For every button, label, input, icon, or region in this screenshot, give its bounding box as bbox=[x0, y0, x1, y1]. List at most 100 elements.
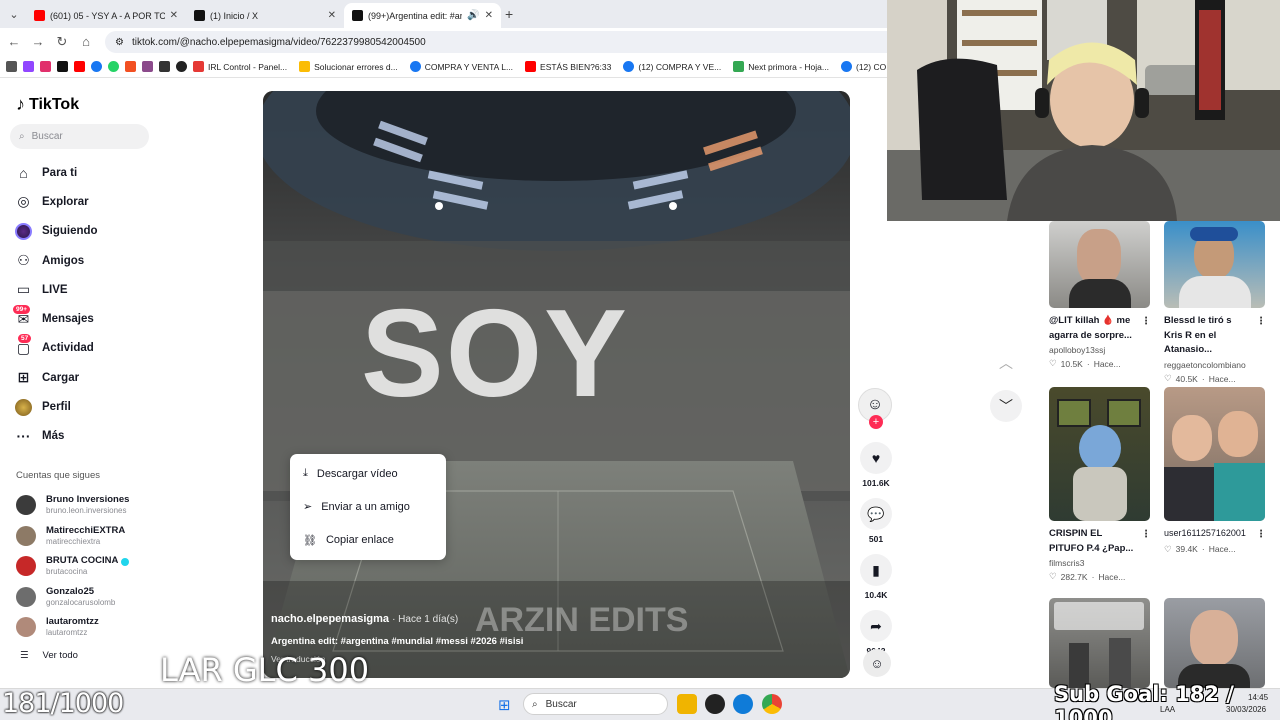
sidebar-item-cargar[interactable]: ⊞ Cargar bbox=[15, 363, 155, 392]
webcam-overlay bbox=[887, 0, 1280, 221]
tab-youtube[interactable]: (601) 05 - YSY A - A POR TODO ✕ bbox=[26, 3, 186, 28]
sidebar-item-explorar[interactable]: ◎ Explorar bbox=[15, 187, 155, 216]
video-thumbnail[interactable] bbox=[1164, 387, 1265, 521]
video-thumbnail[interactable] bbox=[1164, 598, 1265, 688]
search-input[interactable]: ⌕ Buscar bbox=[10, 124, 149, 149]
account-handle: gonzalocarusolomb bbox=[46, 597, 116, 607]
music-disc-icon[interactable]: ☺ bbox=[863, 649, 891, 677]
like-action[interactable]: ♥ 101.6K bbox=[858, 442, 894, 488]
more-options-icon[interactable]: ⋮ bbox=[1141, 527, 1151, 543]
video-thumbnail[interactable] bbox=[1164, 221, 1265, 308]
tab-tiktok[interactable]: (99+)Argentina edit: #argen 🔊 ✕ bbox=[344, 3, 501, 28]
bookmark-item[interactable]: Solucionar errores d... bbox=[299, 61, 398, 72]
tab-search-chevron-icon[interactable]: ⌄ bbox=[4, 4, 24, 24]
video-user[interactable]: apolloboy13ssj bbox=[1049, 345, 1151, 355]
tab-x[interactable]: (1) Inicio / X ✕ bbox=[186, 3, 344, 28]
sidebar-item-siguiendo[interactable]: Siguiendo bbox=[15, 217, 155, 246]
close-icon[interactable]: ✕ bbox=[170, 10, 178, 21]
language-indicator[interactable]: LAA bbox=[1160, 705, 1175, 714]
video-thumbnail[interactable] bbox=[1049, 387, 1150, 521]
following-account[interactable]: Bruno Inversiones bruno.leon.inversiones bbox=[16, 490, 156, 521]
forward-arrow-icon[interactable]: → bbox=[30, 34, 46, 49]
back-arrow-icon[interactable]: ← bbox=[6, 34, 22, 49]
bookmark-item[interactable]: (12) CO bbox=[840, 61, 886, 72]
twitch-icon[interactable] bbox=[23, 61, 34, 72]
taskbar-search-input[interactable]: ⌕ Buscar bbox=[523, 693, 668, 715]
comment-action[interactable]: 💬 501 bbox=[858, 498, 894, 544]
sidebar-item-actividad[interactable]: ▢ 57 Actividad bbox=[15, 333, 155, 363]
video-user[interactable]: filmscris3 bbox=[1049, 558, 1151, 568]
more-options-icon[interactable]: ⋮ bbox=[1256, 314, 1266, 330]
apps-grid-icon[interactable] bbox=[6, 61, 17, 72]
github-icon[interactable] bbox=[176, 61, 187, 72]
sidebar-item-live[interactable]: ▭ LIVE bbox=[15, 275, 155, 304]
new-tab-plus-icon[interactable]: + bbox=[505, 6, 513, 22]
more-options-icon[interactable]: ⋮ bbox=[1256, 527, 1266, 543]
see-all-link[interactable]: ☰ Ver todo bbox=[20, 650, 78, 661]
save-action[interactable]: ▮ 10.4K bbox=[858, 554, 894, 600]
edge-icon[interactable] bbox=[733, 694, 753, 714]
sidebar-item-amigos[interactable]: ⚇ Amigos bbox=[15, 246, 155, 275]
clock-time[interactable]: 14:45 bbox=[1248, 693, 1268, 702]
whatsapp-icon[interactable] bbox=[108, 61, 119, 72]
home-icon[interactable]: ⌂ bbox=[78, 34, 94, 49]
video-player[interactable]: SOY ARZIN EDITS nacho.elpepemasigma · Ha… bbox=[263, 91, 850, 678]
close-icon[interactable]: ✕ bbox=[328, 10, 336, 21]
obs-app-icon[interactable] bbox=[705, 694, 725, 714]
recommended-video-card[interactable]: user1611257162001 ⋮ ♡ 39.4K · Hace... bbox=[1164, 387, 1266, 555]
download-video-item[interactable]: ⤓ Descargar vídeo bbox=[290, 457, 446, 490]
following-account[interactable]: BRUTA COCINA brutacocina bbox=[16, 551, 156, 582]
follow-plus-icon[interactable]: + bbox=[869, 415, 883, 429]
send-to-friend-item[interactable]: ➢ Enviar a un amigo bbox=[290, 490, 446, 523]
copy-link-item[interactable]: ⛓ Copiar enlace bbox=[290, 524, 446, 557]
windows-start-icon[interactable]: ⊞ bbox=[498, 696, 511, 714]
reload-icon[interactable]: ↻ bbox=[54, 34, 70, 50]
bookmark-item[interactable]: COMPRA Y VENTA L... bbox=[409, 61, 513, 72]
video-thumbnail[interactable] bbox=[1049, 598, 1150, 688]
bookmark-item[interactable]: IRL Control - Panel... bbox=[193, 61, 287, 72]
speaker-icon[interactable]: 🔊 bbox=[467, 10, 479, 21]
video-user[interactable]: user1611257162001 bbox=[1164, 528, 1246, 538]
file-explorer-icon[interactable] bbox=[677, 694, 697, 714]
recommended-video-card[interactable]: CRISPIN EL PITUFO P.4 ¿Pap... ⋮ filmscris… bbox=[1049, 387, 1151, 582]
bookmark-item[interactable]: (12) COMPRA Y VE... bbox=[623, 61, 721, 72]
following-account[interactable]: Gonzalo25 gonzalocarusolomb bbox=[16, 582, 156, 613]
video-time: · Hace 1 día(s) bbox=[392, 614, 459, 625]
recommended-video-card[interactable] bbox=[1164, 598, 1266, 688]
microsoft-icon[interactable] bbox=[125, 61, 136, 72]
x-logo-icon[interactable] bbox=[57, 61, 68, 72]
recommended-video-card[interactable] bbox=[1049, 598, 1151, 688]
bookmark-app-icon[interactable] bbox=[142, 61, 153, 72]
sidebar-item-mas[interactable]: ··· Más bbox=[15, 422, 155, 451]
next-video-chevron-down-icon[interactable]: ﹀ bbox=[990, 390, 1022, 422]
instagram-icon[interactable] bbox=[40, 61, 51, 72]
recommended-video-card[interactable]: @LIT killah 🩸 me agarra de sorpre... ⋮ ap… bbox=[1049, 221, 1151, 369]
sidebar-item-mensajes[interactable]: ✉ 99+ Mensajes bbox=[13, 304, 155, 333]
facebook-icon[interactable] bbox=[91, 61, 102, 72]
bookmark-icon[interactable]: ▮ bbox=[860, 554, 892, 586]
recommended-video-card[interactable]: Blessd le tiró s Kris R en el Atanasio..… bbox=[1164, 221, 1266, 384]
share-arrow-icon[interactable]: ➦ bbox=[860, 610, 892, 642]
video-author[interactable]: nacho.elpepemasigma bbox=[271, 613, 389, 625]
chrome-icon[interactable] bbox=[762, 694, 782, 714]
bookmark-item[interactable]: Next primora - Hoja... bbox=[733, 61, 829, 72]
following-account[interactable]: MatirecchiEXTRA matirecchiextra bbox=[16, 521, 156, 552]
heart-icon[interactable]: ♥ bbox=[860, 442, 892, 474]
more-options-icon[interactable]: ⋮ bbox=[1141, 314, 1151, 330]
close-icon[interactable]: ✕ bbox=[485, 10, 493, 21]
following-account[interactable]: lautaromtzz lautaromtzz bbox=[16, 612, 156, 643]
video-thumbnail[interactable] bbox=[1049, 221, 1150, 308]
tiktok-logo[interactable]: ♪ TikTok bbox=[16, 94, 79, 115]
sidebar-item-para-ti[interactable]: ⌂ Para ti bbox=[15, 158, 155, 187]
comment-icon[interactable]: 💬 bbox=[860, 498, 892, 530]
bookmark-item[interactable]: ESTÁS BIEN?6:33 bbox=[525, 61, 611, 72]
creator-avatar[interactable]: ☺ + bbox=[858, 388, 892, 429]
previous-video-chevron-up-icon[interactable]: ︿ bbox=[990, 347, 1022, 379]
clock-date[interactable]: 30/03/2026 bbox=[1226, 705, 1266, 714]
youtube-icon[interactable] bbox=[74, 61, 85, 72]
bookmark-app-icon[interactable] bbox=[159, 61, 170, 72]
verified-badge-icon bbox=[121, 557, 130, 566]
sidebar-item-perfil[interactable]: Perfil bbox=[15, 392, 155, 421]
site-info-icon[interactable]: ⚙ bbox=[115, 37, 124, 48]
video-user[interactable]: reggaetoncolombiano bbox=[1164, 360, 1266, 370]
